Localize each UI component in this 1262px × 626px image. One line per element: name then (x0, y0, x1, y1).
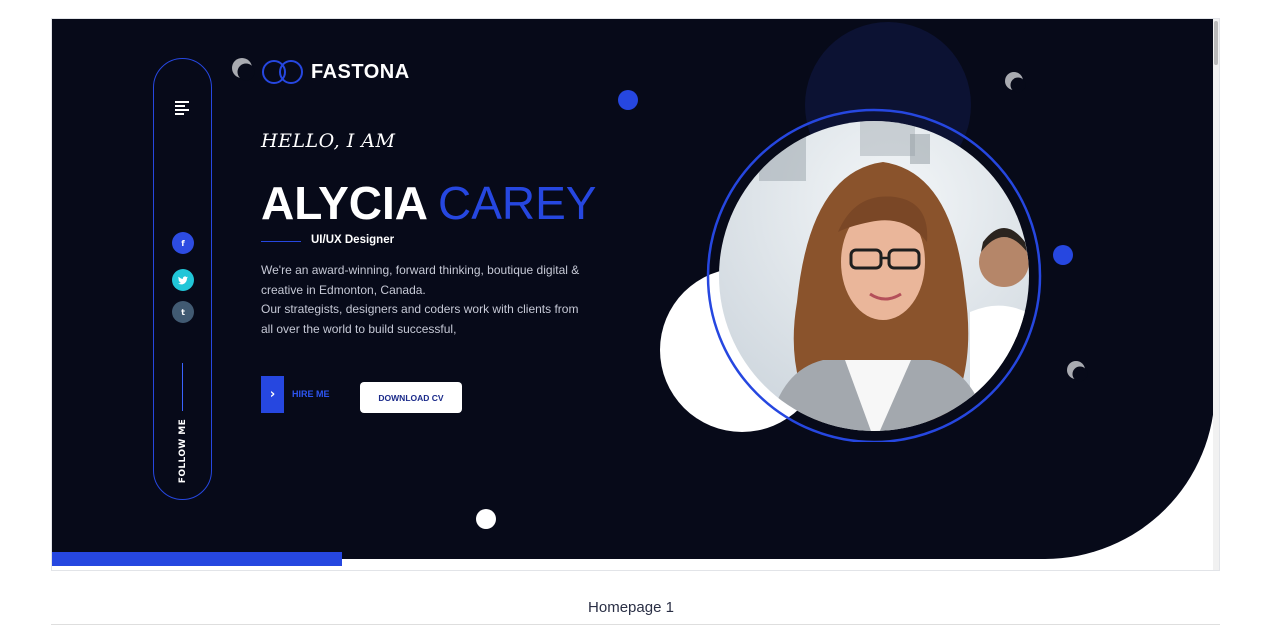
menu-icon[interactable] (175, 101, 189, 117)
brand-logo[interactable]: FASTONA (261, 59, 410, 85)
follow-divider (182, 363, 183, 411)
twitter-bird-icon (178, 275, 188, 284)
infinity-logo-icon (262, 60, 303, 84)
description-line-2: Our strategists, designers and coders wo… (261, 302, 579, 336)
hire-me-label[interactable]: HIRE ME (292, 389, 330, 399)
greeting-text: HELLO, I AM (261, 130, 396, 152)
scrollbar-thumb[interactable] (1214, 21, 1218, 65)
preview-frame: f t FOLLOW ME FASTONA HELLO, I AM ALYCIA… (51, 18, 1220, 571)
brand-name: FASTONA (311, 60, 410, 83)
role-divider (261, 241, 301, 242)
hero-name: ALYCIA CAREY (261, 175, 596, 231)
chevron-right-icon: › (269, 387, 276, 402)
tumblr-icon[interactable]: t (172, 301, 194, 323)
facebook-icon[interactable]: f (172, 232, 194, 254)
scroll-progress-fill (52, 552, 342, 566)
twitter-icon[interactable] (172, 269, 194, 291)
hero-section: f t FOLLOW ME FASTONA HELLO, I AM ALYCIA… (52, 19, 1215, 559)
side-nav-capsule: f t FOLLOW ME (153, 58, 212, 500)
preview-scrollbar[interactable] (1213, 19, 1219, 570)
blue-dot-icon (618, 90, 638, 110)
follow-me-label: FOLLOW ME (178, 418, 188, 484)
download-cv-button[interactable]: DOWNLOAD CV (360, 382, 462, 413)
hire-me-button[interactable]: › (261, 376, 284, 413)
intro-description: We're an award-winning, forward thinking… (261, 261, 581, 339)
white-dot-icon (476, 509, 496, 529)
first-name: ALYCIA (261, 177, 428, 229)
last-name: CAREY (438, 177, 597, 229)
scroll-progress-bar (52, 552, 632, 566)
role-title: UI/UX Designer (311, 234, 395, 246)
profile-portrait (706, 108, 1042, 442)
blue-dot-icon (1053, 245, 1073, 265)
preview-caption[interactable]: Homepage 1 (0, 599, 1262, 616)
caption-divider (51, 624, 1220, 625)
description-line-1: We're an award-winning, forward thinking… (261, 263, 580, 297)
